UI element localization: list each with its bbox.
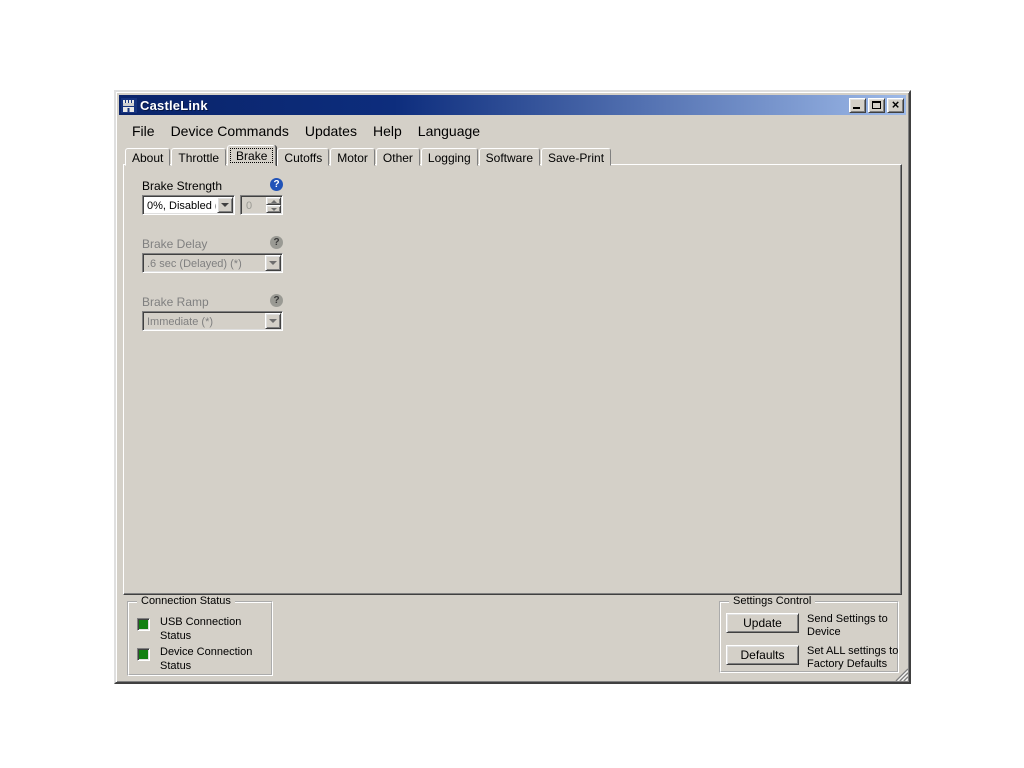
arrow-up-icon <box>271 200 277 203</box>
menubar: File Device Commands Updates Help Langua… <box>119 118 906 143</box>
menu-help[interactable]: Help <box>365 121 410 141</box>
window-title: CastleLink <box>140 98 847 113</box>
brake-ramp-dropdown-button <box>265 313 281 329</box>
brake-delay-value: .6 sec (Delayed) (*) <box>143 254 264 272</box>
brake-ramp-help-icon[interactable]: ? <box>270 294 283 307</box>
minimize-icon <box>853 107 860 109</box>
maximize-icon <box>872 101 881 109</box>
brake-ramp-value: Immediate (*) <box>143 312 264 330</box>
menu-language[interactable]: Language <box>410 121 488 141</box>
tab-about[interactable]: About <box>125 148 170 166</box>
brake-strength-field: Brake Strength ? <box>142 179 283 193</box>
connection-status-group: Connection Status USB Connection Status … <box>127 601 273 676</box>
minimize-button[interactable] <box>849 98 866 113</box>
menu-file[interactable]: File <box>124 121 163 141</box>
titlebar[interactable]: CastleLink × <box>119 95 906 115</box>
menu-device-commands[interactable]: Device Commands <box>163 121 297 141</box>
usb-connection-row: USB Connection Status <box>137 615 265 643</box>
menu-updates[interactable]: Updates <box>297 121 365 141</box>
close-button[interactable]: × <box>887 98 904 113</box>
settings-control-title: Settings Control <box>729 595 815 607</box>
arrow-down-icon <box>271 208 277 211</box>
brake-ramp-dropdown: Immediate (*) <box>142 311 283 331</box>
brake-ramp-field: Brake Ramp ? <box>142 295 283 309</box>
device-connection-row: Device Connection Status <box>137 645 265 673</box>
connection-status-title: Connection Status <box>137 595 235 607</box>
chevron-down-icon <box>269 261 277 265</box>
update-row: Update Send Settings to Device <box>726 613 907 639</box>
brake-delay-dropdown: .6 sec (Delayed) (*) <box>142 253 283 273</box>
tab-strip: About Throttle Brake Cutoffs Motor Other… <box>125 147 900 166</box>
brake-delay-label: Brake Delay <box>142 237 283 251</box>
brake-strength-dropdown-button[interactable] <box>217 197 233 213</box>
maximize-button[interactable] <box>868 98 885 113</box>
usb-connection-label: USB Connection Status <box>160 615 265 643</box>
castlelink-window: CastleLink × File Device Commands Update… <box>114 90 911 684</box>
defaults-description: Set ALL settings to Factory Defaults <box>807 645 907 671</box>
brake-strength-spinner: 0 <box>240 195 283 215</box>
brake-strength-label: Brake Strength <box>142 179 283 193</box>
tab-software[interactable]: Software <box>479 148 540 166</box>
brake-delay-field: Brake Delay ? <box>142 237 283 251</box>
settings-control-group: Settings Control Update Send Settings to… <box>719 601 899 673</box>
device-status-indicator <box>137 648 150 661</box>
close-icon: × <box>892 98 900 111</box>
defaults-row: Defaults Set ALL settings to Factory Def… <box>726 645 907 671</box>
defaults-button[interactable]: Defaults <box>726 645 799 665</box>
tab-other[interactable]: Other <box>376 148 420 166</box>
resize-grip[interactable] <box>895 668 908 681</box>
brake-strength-spinner-value: 0 <box>241 196 265 214</box>
chevron-down-icon <box>221 203 229 207</box>
brake-strength-value: 0%, Disabled (*) <box>143 196 216 214</box>
castlelink-app-icon <box>121 98 137 113</box>
tab-save-print[interactable]: Save-Print <box>541 148 611 166</box>
usb-status-indicator <box>137 618 150 631</box>
device-connection-label: Device Connection Status <box>160 645 265 673</box>
brake-delay-dropdown-button <box>265 255 281 271</box>
tab-brake[interactable]: Brake <box>227 145 276 166</box>
tab-throttle[interactable]: Throttle <box>171 148 226 166</box>
brake-tab-page: Brake Strength ? 0%, Disabled (*) 0 Brak… <box>123 164 902 595</box>
tab-cutoffs[interactable]: Cutoffs <box>277 148 329 166</box>
update-description: Send Settings to Device <box>807 613 907 639</box>
tab-motor[interactable]: Motor <box>330 148 375 166</box>
tab-logging[interactable]: Logging <box>421 148 478 166</box>
brake-delay-help-icon[interactable]: ? <box>270 236 283 249</box>
brake-strength-help-icon[interactable]: ? <box>270 178 283 191</box>
spinner-down-button[interactable] <box>266 205 281 213</box>
chevron-down-icon <box>269 319 277 323</box>
brake-strength-dropdown[interactable]: 0%, Disabled (*) <box>142 195 235 215</box>
update-button[interactable]: Update <box>726 613 799 633</box>
spinner-up-button[interactable] <box>266 197 281 205</box>
spinner-buttons <box>266 197 281 213</box>
brake-ramp-label: Brake Ramp <box>142 295 283 309</box>
